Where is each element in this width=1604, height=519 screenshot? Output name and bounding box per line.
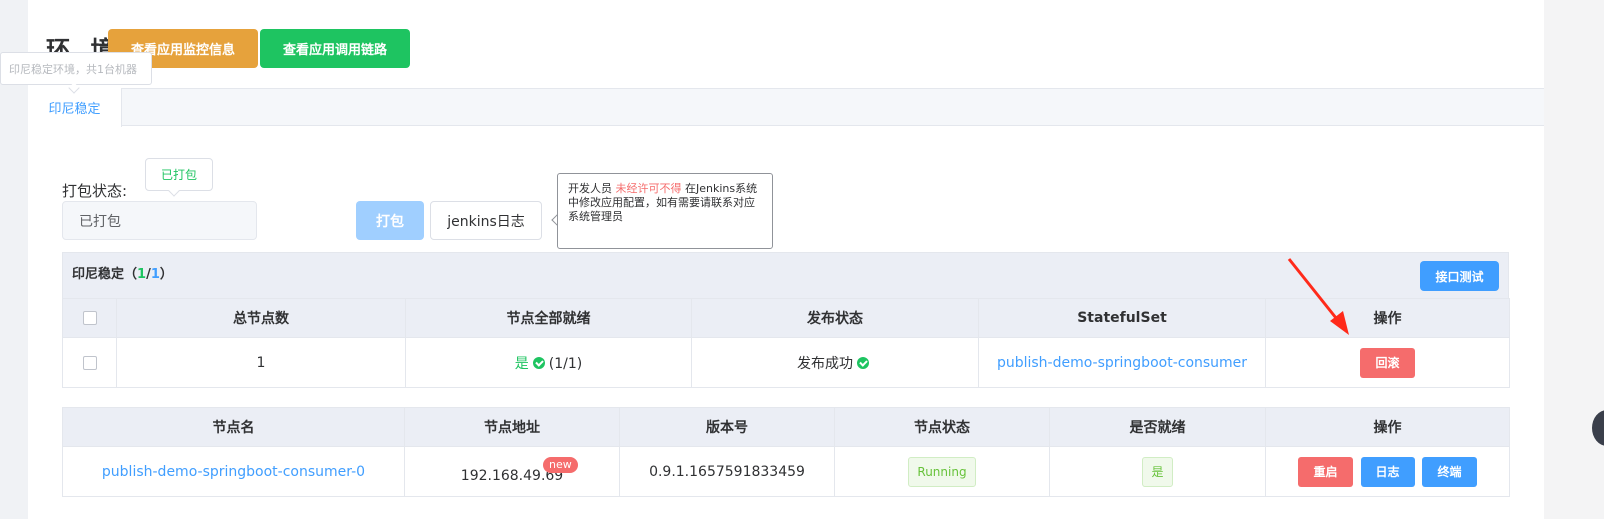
select-all-cell[interactable] <box>62 298 117 338</box>
column-header: StatefulSet <box>978 298 1266 338</box>
row-select-cell[interactable] <box>62 337 117 388</box>
node-name-link[interactable]: publish-demo-springboot-consumer-0 <box>102 464 365 480</box>
group-paren-open: （ <box>124 267 138 282</box>
tab-indonesia-stable[interactable]: 印尼稳定 <box>28 88 122 127</box>
pack-status-label: 打包状态: <box>62 182 128 200</box>
ready-ratio: (1/1) <box>548 355 583 372</box>
new-badge: new <box>543 457 578 473</box>
pack-status-tooltip: 已打包 <box>145 158 213 191</box>
restart-button[interactable]: 重启 <box>1298 456 1354 487</box>
node-name-cell: publish-demo-springboot-consumer-0 <box>62 446 405 497</box>
column-header: 版本号 <box>619 407 835 447</box>
column-header: 节点名 <box>62 407 405 447</box>
jenkins-warning-popover: 开发人员 未经许可不得 在Jenkins系统中修改应用配置，如有需要请联系对应系… <box>557 173 773 249</box>
arrow-shaft <box>1287 258 1342 324</box>
column-header: 操作 <box>1265 407 1510 447</box>
table-row: 1 是 (1/1) 发布成功 publish-demo-springboot-co… <box>62 337 1510 388</box>
view-trace-button[interactable]: 查看应用调用链路 <box>260 29 410 68</box>
red-arrow-annotation <box>1287 258 1349 335</box>
table-row: publish-demo-springboot-consumer-0 192.1… <box>62 446 1510 497</box>
status-badge: Running <box>908 456 976 487</box>
log-button[interactable]: 日志 <box>1360 456 1415 487</box>
statefulset-cell: publish-demo-springboot-consumer <box>978 337 1266 388</box>
jenkins-log-button[interactable]: jenkins日志 <box>430 201 542 240</box>
operation-cell: 回滚 <box>1265 337 1510 388</box>
warning-emphasis: 未经许可不得 <box>615 182 682 195</box>
select-all-checkbox[interactable] <box>82 311 97 325</box>
right-gutter <box>1544 0 1604 519</box>
node-ready-cell: 是 <box>1049 446 1266 497</box>
rollback-button[interactable]: 回滚 <box>1360 347 1415 378</box>
env-tabs-bar <box>28 88 1544 126</box>
publish-status-text: 发布成功 <box>797 355 853 372</box>
api-test-button[interactable]: 接口测试 <box>1420 261 1499 291</box>
check-circle-icon <box>857 356 869 369</box>
ready-badge: 是 <box>1142 456 1173 487</box>
column-header: 节点地址 <box>404 407 620 447</box>
group-paren-close: ） <box>159 267 173 282</box>
version-cell: 0.9.1.1657591833459 <box>619 446 835 497</box>
all-ready-value: 是 <box>514 355 529 372</box>
node-header-row: 节点名 节点地址 版本号 节点状态 是否就绪 操作 <box>62 407 1510 447</box>
terminal-button[interactable]: 终端 <box>1421 456 1477 487</box>
env-tooltip: 印尼稳定环境，共1台机器 <box>0 52 152 85</box>
statefulset-link[interactable]: publish-demo-springboot-consumer <box>997 355 1247 371</box>
row-checkbox[interactable] <box>82 355 97 370</box>
column-header: 节点状态 <box>834 407 1050 447</box>
group-ready-count: 1 <box>137 267 147 282</box>
all-ready-cell: 是 (1/1) <box>405 337 692 388</box>
group-name: 印尼稳定 <box>72 267 125 282</box>
total-nodes-cell: 1 <box>116 337 406 388</box>
pack-status-field: 已打包 <box>62 201 257 240</box>
node-status-cell: Running <box>834 446 1050 497</box>
column-header: 总节点数 <box>116 298 406 338</box>
group-total-count: 1 <box>150 267 160 282</box>
pack-button[interactable]: 打包 <box>356 201 424 240</box>
column-header: 是否就绪 <box>1049 407 1266 447</box>
publish-status-cell: 发布成功 <box>691 337 979 388</box>
node-address-cell: 192.168.49.69 new <box>404 446 620 497</box>
group-title: 印尼稳定（1/1） <box>72 263 173 282</box>
check-circle-icon <box>532 356 545 369</box>
column-header: 发布状态 <box>691 298 979 338</box>
node-operation-cell: 重启 日志 终端 <box>1265 446 1510 497</box>
warning-prefix: 开发人员 <box>568 182 612 195</box>
column-header: 节点全部就绪 <box>405 298 692 338</box>
node-table: 节点名 节点地址 版本号 节点状态 是否就绪 操作 publish-demo-s… <box>62 407 1510 497</box>
